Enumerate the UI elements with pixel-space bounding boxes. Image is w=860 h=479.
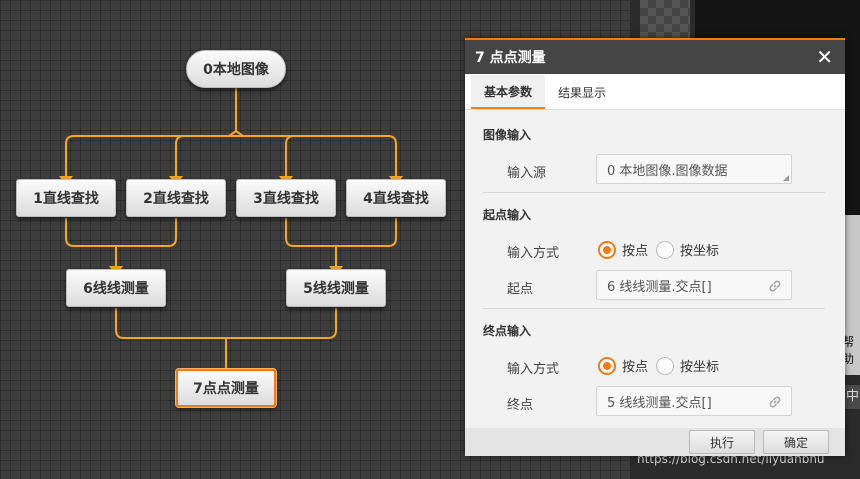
wire-bus-top bbox=[65, 135, 397, 176]
section-image-input-title: 图像输入 bbox=[483, 128, 532, 142]
input-source-value: 0 本地图像.图像数据 bbox=[607, 163, 728, 179]
wire-1-2-to-6 bbox=[65, 218, 177, 266]
close-icon[interactable]: ✕ bbox=[816, 47, 833, 67]
node-1-line-find[interactable]: 1直线查找 bbox=[16, 179, 116, 217]
dialog-tabs: 基本参数 结果显示 bbox=[465, 74, 845, 110]
dialog-titlebar[interactable]: 7 点点测量 ✕ bbox=[465, 40, 845, 74]
end-radio-by-point-label: 按点 bbox=[622, 360, 649, 375]
input-source-field[interactable]: 0 本地图像.图像数据 bbox=[596, 154, 792, 184]
node-3-line-find[interactable]: 3直线查找 bbox=[236, 179, 336, 217]
start-radio-by-point-label: 按点 bbox=[622, 244, 649, 259]
node-6-line-line-measure[interactable]: 6线线测量 bbox=[66, 269, 166, 307]
language-indicator[interactable]: 中 bbox=[845, 385, 860, 409]
section-end-input-title: 终点输入 bbox=[483, 324, 532, 338]
dialog-footer: 执行 确定 bbox=[465, 428, 845, 456]
wire-to-3 bbox=[285, 135, 295, 176]
node-5-line-line-measure[interactable]: 5线线测量 bbox=[286, 269, 386, 307]
start-point-label: 起点 bbox=[507, 282, 534, 297]
link-icon[interactable] bbox=[767, 394, 783, 410]
start-radio-by-coord-label: 按坐标 bbox=[680, 244, 720, 259]
end-radio-by-coord[interactable]: 按坐标 bbox=[656, 356, 719, 375]
tab-basic-params[interactable]: 基本参数 bbox=[471, 75, 546, 109]
section-divider bbox=[483, 192, 825, 193]
input-source-label: 输入源 bbox=[507, 166, 547, 181]
point-point-measure-dialog: 7 点点测量 ✕ 基本参数 结果显示 图像输入 输入源 0 本地图像.图像数据 … bbox=[465, 38, 845, 456]
section-start-input-title: 起点输入 bbox=[483, 208, 532, 222]
radio-unchecked-icon bbox=[656, 240, 674, 259]
end-radio-by-coord-label: 按坐标 bbox=[680, 360, 720, 375]
wire-to-2 bbox=[175, 135, 185, 176]
end-mode-label: 输入方式 bbox=[507, 362, 560, 377]
end-point-value: 5 线线测量.交点[] bbox=[607, 395, 712, 411]
wire-6-5-to-7 bbox=[115, 308, 337, 368]
wire-0-to-row bbox=[228, 88, 244, 137]
start-mode-label: 输入方式 bbox=[507, 246, 560, 261]
end-point-field[interactable]: 5 线线测量.交点[] bbox=[596, 386, 792, 416]
section-divider bbox=[483, 308, 825, 309]
node-0-local-image[interactable]: 0本地图像 bbox=[186, 50, 286, 88]
confirm-button[interactable]: 确定 bbox=[763, 430, 829, 454]
wire-3-4-to-5 bbox=[285, 218, 397, 266]
radio-checked-icon bbox=[598, 356, 616, 375]
node-7-point-point-measure[interactable]: 7点点测量 bbox=[176, 369, 276, 407]
end-radio-by-point[interactable]: 按点 bbox=[598, 356, 648, 375]
start-point-value: 6 线线测量.交点[] bbox=[607, 279, 712, 295]
dialog-title: 7 点点测量 bbox=[475, 50, 546, 66]
resize-grip-icon bbox=[783, 175, 789, 181]
radio-unchecked-icon bbox=[656, 356, 674, 375]
node-2-line-find[interactable]: 2直线查找 bbox=[126, 179, 226, 217]
link-icon[interactable] bbox=[767, 278, 783, 294]
dialog-body: 图像输入 输入源 0 本地图像.图像数据 起点输入 输入方式 按点 按坐标 起点… bbox=[465, 110, 845, 430]
start-radio-by-point[interactable]: 按点 bbox=[598, 240, 648, 259]
start-point-field[interactable]: 6 线线测量.交点[] bbox=[596, 270, 792, 300]
execute-button[interactable]: 执行 bbox=[689, 430, 755, 454]
node-4-line-find[interactable]: 4直线查找 bbox=[346, 179, 446, 217]
end-point-label: 终点 bbox=[507, 398, 534, 413]
start-radio-by-coord[interactable]: 按坐标 bbox=[656, 240, 719, 259]
transparent-image-thumbnail bbox=[640, 0, 690, 40]
radio-checked-icon bbox=[598, 240, 616, 259]
tab-result-display[interactable]: 结果显示 bbox=[545, 75, 619, 109]
